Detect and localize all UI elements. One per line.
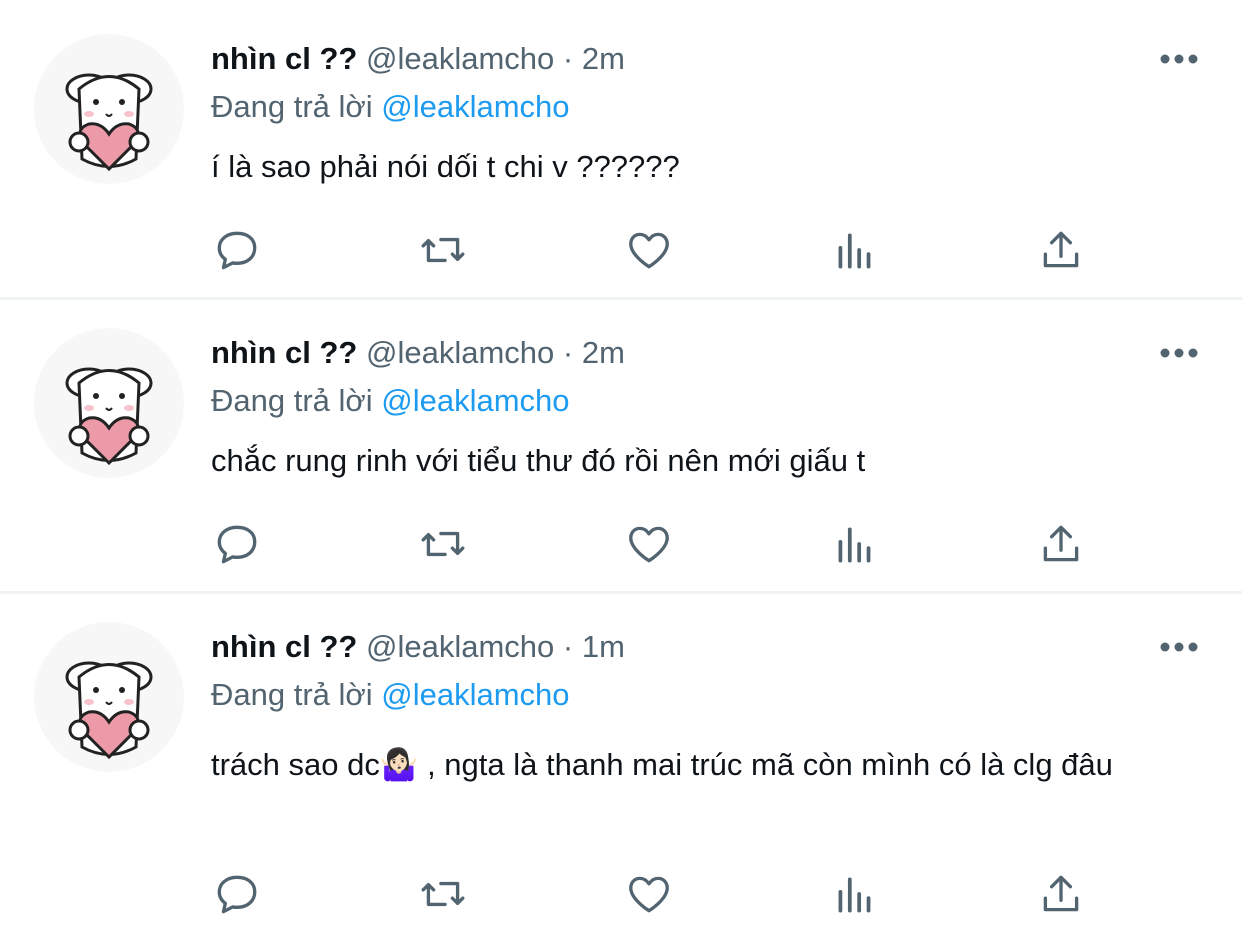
more-button[interactable] xyxy=(1154,632,1204,662)
tweet[interactable]: nhìn cl ?? @leaklamcho · 1m Đang trả lời… xyxy=(0,594,1242,939)
like-button[interactable] xyxy=(619,514,679,574)
views-chart-icon xyxy=(838,527,871,563)
dog-avatar-icon xyxy=(65,73,153,172)
avatar[interactable] xyxy=(34,34,184,184)
retweet-icon xyxy=(421,881,465,907)
replying-to: Đang trả lời @leaklamcho xyxy=(211,379,570,423)
handle[interactable]: @leaklamcho xyxy=(366,41,554,76)
more-horizontal-icon xyxy=(1160,642,1198,652)
tweet-text: trách sao dc🤷🏻‍♀️ , ngta là thanh mai tr… xyxy=(211,747,1113,782)
views-chart-icon xyxy=(838,877,871,913)
replying-to-label: Đang trả lời xyxy=(211,677,373,712)
share-button[interactable] xyxy=(1031,864,1091,924)
reply-button[interactable] xyxy=(207,864,267,924)
share-button[interactable] xyxy=(1031,514,1091,574)
retweet-button[interactable] xyxy=(413,514,473,574)
replying-to: Đang trả lời @leaklamcho xyxy=(211,673,570,717)
more-button[interactable] xyxy=(1154,338,1204,368)
handle[interactable]: @leaklamcho xyxy=(366,335,554,370)
separator: · xyxy=(562,41,574,76)
more-horizontal-icon xyxy=(1160,54,1198,64)
like-button[interactable] xyxy=(619,220,679,280)
retweet-icon xyxy=(421,531,465,557)
dog-avatar-icon xyxy=(65,367,153,466)
views-chart-icon xyxy=(838,233,871,269)
retweet-icon xyxy=(421,237,465,263)
retweet-button[interactable] xyxy=(413,864,473,924)
timestamp[interactable]: 2m xyxy=(582,335,625,370)
reply-bubble-icon xyxy=(217,231,257,270)
share-upload-icon xyxy=(1043,875,1079,912)
display-name[interactable]: nhìn cl ?? xyxy=(211,335,357,370)
replying-to-handle[interactable]: @leaklamcho xyxy=(381,677,569,712)
tweet-header: nhìn cl ?? @leaklamcho · 2m xyxy=(211,331,625,375)
replying-to-label: Đang trả lời xyxy=(211,383,373,418)
tweet-text: í là sao phải nói dối t chi v ?????? xyxy=(211,149,680,184)
heart-icon xyxy=(629,232,669,269)
more-horizontal-icon xyxy=(1160,348,1198,358)
avatar[interactable] xyxy=(34,622,184,772)
retweet-button[interactable] xyxy=(413,220,473,280)
tweet-text: chắc rung rinh với tiểu thư đó rồi nên m… xyxy=(211,443,866,478)
tweet[interactable]: nhìn cl ?? @leaklamcho · 2m Đang trả lời… xyxy=(0,0,1242,298)
display-name[interactable]: nhìn cl ?? xyxy=(211,41,357,76)
avatar[interactable] xyxy=(34,328,184,478)
replying-to-handle[interactable]: @leaklamcho xyxy=(381,89,569,124)
share-upload-icon xyxy=(1043,231,1079,268)
replying-to-label: Đang trả lời xyxy=(211,89,373,124)
replying-to: Đang trả lời @leaklamcho xyxy=(211,85,570,129)
share-upload-icon xyxy=(1043,525,1079,562)
views-button[interactable] xyxy=(825,514,885,574)
separator: · xyxy=(562,335,574,370)
handle[interactable]: @leaklamcho xyxy=(366,629,554,664)
separator: · xyxy=(562,629,574,664)
like-button[interactable] xyxy=(619,864,679,924)
views-button[interactable] xyxy=(825,864,885,924)
timestamp[interactable]: 1m xyxy=(582,629,625,664)
reply-button[interactable] xyxy=(207,220,267,280)
dog-avatar-icon xyxy=(65,661,153,760)
more-button[interactable] xyxy=(1154,44,1204,74)
tweet[interactable]: nhìn cl ?? @leaklamcho · 2m Đang trả lời… xyxy=(0,300,1242,592)
share-button[interactable] xyxy=(1031,220,1091,280)
heart-icon xyxy=(629,526,669,563)
timestamp[interactable]: 2m xyxy=(582,41,625,76)
tweet-header: nhìn cl ?? @leaklamcho · 2m xyxy=(211,37,625,81)
reply-button[interactable] xyxy=(207,514,267,574)
display-name[interactable]: nhìn cl ?? xyxy=(211,629,357,664)
views-button[interactable] xyxy=(825,220,885,280)
heart-icon xyxy=(629,876,669,913)
tweet-header: nhìn cl ?? @leaklamcho · 1m xyxy=(211,625,625,669)
reply-bubble-icon xyxy=(217,875,257,914)
reply-bubble-icon xyxy=(217,525,257,564)
replying-to-handle[interactable]: @leaklamcho xyxy=(381,383,569,418)
